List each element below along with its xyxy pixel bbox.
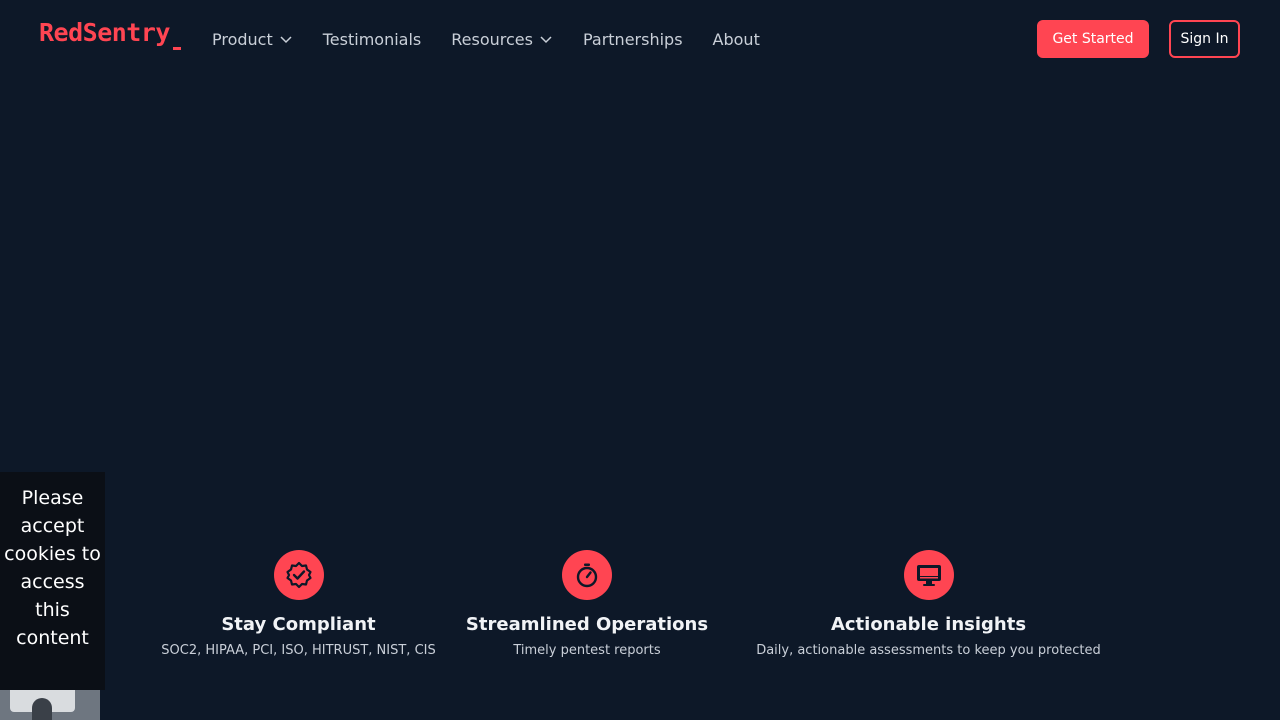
nav-item-label: Testimonials bbox=[322, 29, 422, 49]
feature-title: Streamlined Operations bbox=[465, 614, 709, 635]
chevron-down-icon bbox=[280, 36, 292, 44]
nav-item-about[interactable]: About bbox=[713, 27, 760, 51]
nav-item-label: About bbox=[712, 29, 760, 49]
site-header: RedSentry Product Testimonials Resources… bbox=[0, 0, 1280, 78]
feature-actionable-insights: Actionable insights Daily, actionable as… bbox=[745, 550, 1112, 658]
placeholder-hole bbox=[32, 698, 52, 720]
chevron-down-icon bbox=[540, 36, 552, 44]
cookie-placeholder-image bbox=[0, 690, 100, 720]
get-started-button[interactable]: Get Started bbox=[1037, 20, 1149, 58]
nav-item-partnerships[interactable]: Partnerships bbox=[583, 27, 683, 51]
nav-item-resources[interactable]: Resources bbox=[451, 27, 553, 51]
nav-item-testimonials[interactable]: Testimonials bbox=[323, 27, 422, 51]
logo-underline bbox=[173, 47, 181, 50]
cookie-notice: Please accept cookies to access this con… bbox=[0, 472, 105, 690]
nav-item-label: Partnerships bbox=[582, 29, 683, 49]
monitor-icon bbox=[903, 550, 954, 600]
nav-item-label: Product bbox=[212, 29, 273, 49]
feature-desc: SOC2, HIPAA, PCI, ISO, HITRUST, NIST, CI… bbox=[161, 643, 436, 658]
sign-in-button[interactable]: Sign In bbox=[1169, 20, 1240, 58]
nav-item-product[interactable]: Product bbox=[212, 27, 293, 51]
badge-check-icon bbox=[273, 550, 324, 600]
stopwatch-icon bbox=[562, 550, 612, 600]
feature-title: Actionable insights bbox=[830, 614, 1027, 635]
feature-desc: Timely pentest reports bbox=[513, 643, 661, 658]
feature-desc: Daily, actionable assessments to keep yo… bbox=[756, 643, 1101, 658]
main-nav: Product Testimonials Resources Partnersh… bbox=[212, 27, 790, 51]
feature-title: Stay Compliant bbox=[221, 614, 376, 635]
feature-stay-compliant: Stay Compliant SOC2, HIPAA, PCI, ISO, HI… bbox=[161, 550, 436, 658]
feature-streamlined-operations: Streamlined Operations Timely pentest re… bbox=[466, 550, 708, 658]
nav-item-label: Resources bbox=[451, 29, 533, 49]
logo[interactable]: RedSentry bbox=[39, 18, 170, 47]
